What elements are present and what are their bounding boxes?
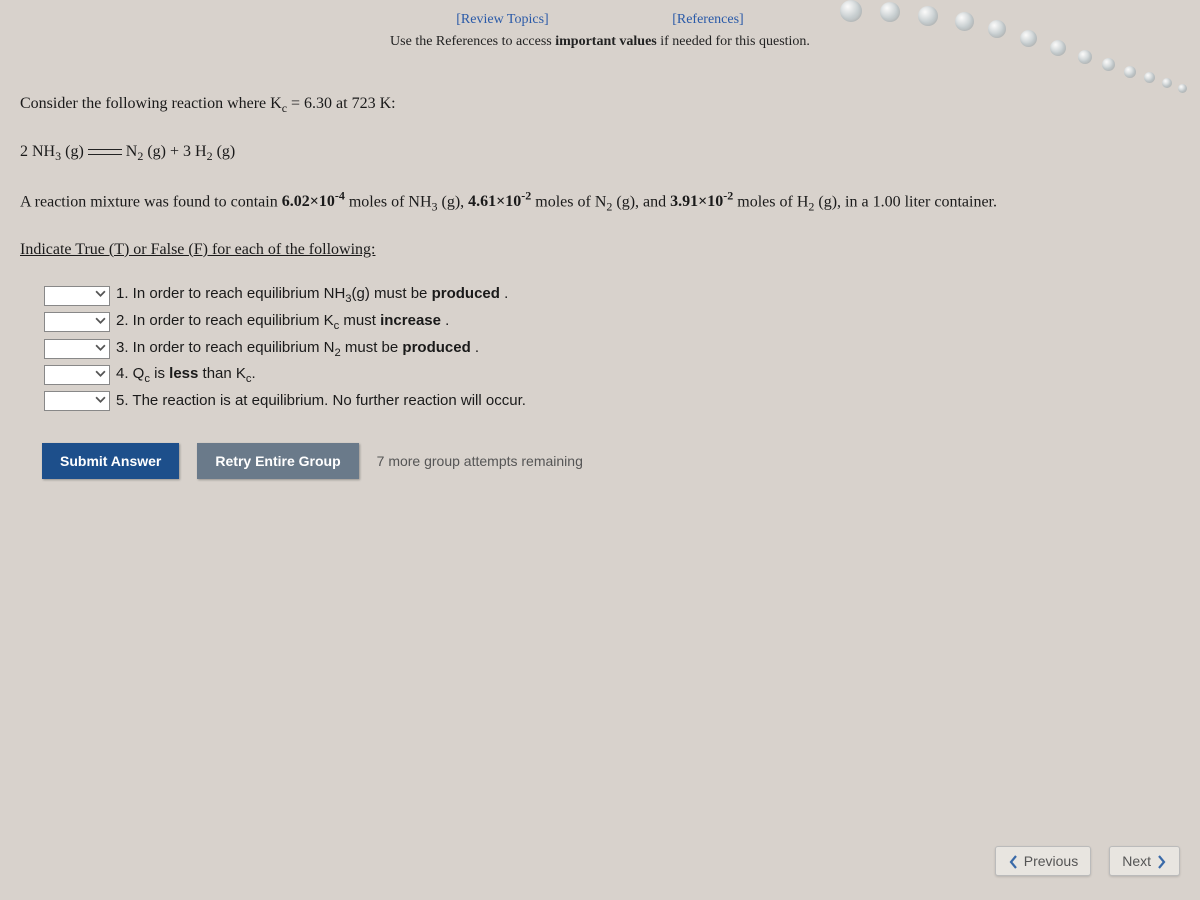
statements-list: 1. In order to reach equilibrium NH3(g) …	[44, 282, 1180, 413]
mixture-description: A reaction mixture was found to contain …	[20, 186, 1180, 218]
question-content: Consider the following reaction where Kc…	[0, 90, 1200, 479]
tf-select-5[interactable]	[44, 391, 110, 411]
statement-row: 3. In order to reach equilibrium N2 must…	[44, 336, 1180, 363]
statement-row: 5. The reaction is at equilibrium. No fu…	[44, 389, 1180, 414]
references-link[interactable]: [References]	[672, 12, 744, 27]
statement-text: 4. Qc is less than Kc.	[116, 362, 256, 389]
statement-row: 4. Qc is less than Kc.	[44, 362, 1180, 389]
statement-row: 1. In order to reach equilibrium NH3(g) …	[44, 282, 1180, 309]
equilibrium-constant-line: Consider the following reaction where Kc…	[20, 90, 1180, 120]
chevron-down-icon	[95, 283, 106, 308]
statement-text: 2. In order to reach equilibrium Kc must…	[116, 309, 449, 336]
statement-row: 2. In order to reach equilibrium Kc must…	[44, 309, 1180, 336]
tf-select-2[interactable]	[44, 312, 110, 332]
attempts-remaining: 7 more group attempts remaining	[377, 449, 583, 474]
button-row: Submit Answer Retry Entire Group 7 more …	[42, 443, 1180, 479]
review-topics-link[interactable]: [Review Topics]	[456, 12, 548, 27]
chevron-down-icon	[95, 310, 106, 335]
chevron-down-icon	[95, 389, 106, 414]
chevron-right-icon	[1155, 853, 1167, 869]
top-bar: [Review Topics] [References]	[0, 0, 1200, 28]
tf-select-3[interactable]	[44, 339, 110, 359]
top-instruction: Use the References to access important v…	[0, 34, 1200, 50]
previous-label: Previous	[1024, 853, 1078, 869]
chevron-down-icon	[95, 363, 106, 388]
tf-select-4[interactable]	[44, 365, 110, 385]
tf-select-1[interactable]	[44, 286, 110, 306]
equilibrium-arrow-icon	[88, 147, 122, 157]
statement-text: 3. In order to reach equilibrium N2 must…	[116, 336, 479, 363]
statement-text: 5. The reaction is at equilibrium. No fu…	[116, 389, 526, 414]
chevron-down-icon	[95, 337, 106, 362]
next-label: Next	[1122, 853, 1151, 869]
next-button[interactable]: Next	[1109, 846, 1180, 876]
retry-group-button[interactable]: Retry Entire Group	[197, 443, 358, 479]
chevron-left-icon	[1008, 853, 1020, 869]
reaction-equation: 2 NH3 (g) N2 (g) + 3 H2 (g)	[20, 138, 1180, 168]
bottom-navigation: Previous Next	[995, 846, 1180, 876]
submit-answer-button[interactable]: Submit Answer	[42, 443, 179, 479]
statement-text: 1. In order to reach equilibrium NH3(g) …	[116, 282, 508, 309]
previous-button[interactable]: Previous	[995, 846, 1091, 876]
indicate-instruction: Indicate True (T) or False (F) for each …	[20, 236, 1180, 265]
